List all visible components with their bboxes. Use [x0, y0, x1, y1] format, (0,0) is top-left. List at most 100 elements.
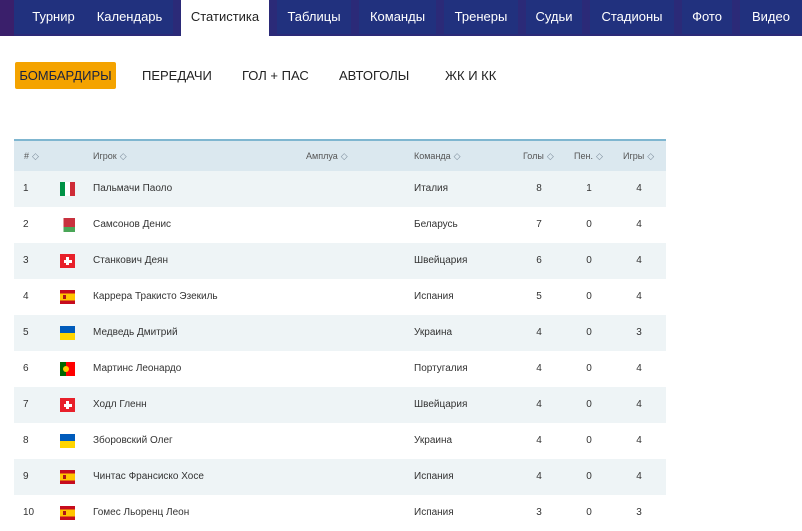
col-team[interactable]: Команда ◇	[414, 141, 461, 171]
games-cell: 4	[636, 471, 642, 482]
games-cell: 4	[636, 219, 642, 230]
belarus-flag-icon	[60, 218, 75, 232]
portugal-flag-icon	[60, 362, 75, 376]
player-name[interactable]: Медведь Дмитрий	[93, 315, 178, 351]
rank-cell: 3	[23, 255, 29, 266]
player-name[interactable]: Чинтас Франсиско Хосе	[93, 459, 204, 495]
sort-icon: ◇	[595, 151, 603, 161]
rank-cell: 4	[23, 291, 29, 302]
sort-icon: ◇	[453, 151, 461, 161]
player-name[interactable]: Мартинс Леонардо	[93, 351, 181, 387]
games-cell: 4	[636, 435, 642, 446]
player-name[interactable]: Гомес Льоренц Леон	[93, 495, 189, 531]
col-games[interactable]: Игры ◇	[623, 141, 654, 171]
team-name[interactable]: Швейцария	[414, 387, 467, 423]
rank-cell: 5	[23, 327, 29, 338]
tab-stadiums[interactable]: Стадионы	[590, 0, 674, 34]
spain-flag-icon	[60, 470, 75, 484]
tab-tournament[interactable]: Турнир	[14, 0, 93, 34]
tab-statistics[interactable]: Статистика	[181, 0, 269, 36]
team-name[interactable]: Украина	[414, 423, 452, 459]
goals-cell: 4	[536, 435, 542, 446]
penalties-cell: 0	[586, 327, 592, 338]
rank-cell: 1	[23, 183, 29, 194]
goals-cell: 4	[536, 471, 542, 482]
penalties-cell: 0	[586, 255, 592, 266]
goals-cell: 5	[536, 291, 542, 302]
tab-tables[interactable]: Таблицы	[277, 0, 351, 34]
italy-flag-icon	[60, 182, 75, 196]
games-cell: 4	[636, 255, 642, 266]
team-name[interactable]: Италия	[414, 171, 448, 207]
goals-cell: 6	[536, 255, 542, 266]
table-row: 1 Пальмачи Паоло Италия 8 1 4	[14, 171, 666, 207]
subnav-goal-plus-assist[interactable]: ГОЛ + ПАС	[242, 62, 309, 89]
tab-teams[interactable]: Команды	[359, 0, 436, 34]
player-name[interactable]: Каррера Тракисто Эзекиль	[93, 279, 218, 315]
sort-icon: ◇	[32, 151, 39, 161]
col-goals[interactable]: Голы ◇	[523, 141, 554, 171]
penalties-cell: 0	[586, 363, 592, 374]
penalties-cell: 0	[586, 507, 592, 518]
games-cell: 3	[636, 327, 642, 338]
penalties-cell: 0	[586, 435, 592, 446]
col-rank[interactable]: # ◇	[24, 141, 39, 171]
nav-edge	[0, 0, 14, 36]
tab-photo[interactable]: Фото	[682, 0, 732, 34]
goals-cell: 3	[536, 507, 542, 518]
rank-cell: 6	[23, 363, 29, 374]
sort-icon: ◇	[119, 151, 127, 161]
table-row: 5 Медведь Дмитрий Украина 4 0 3	[14, 315, 666, 351]
penalties-cell: 1	[586, 183, 592, 194]
team-name[interactable]: Испания	[414, 495, 454, 531]
subnav-scorers[interactable]: БОМБАРДИРЫ	[15, 62, 116, 89]
table-row: 10 Гомес Льоренц Леон Испания 3 0 3	[14, 495, 666, 531]
tab-video[interactable]: Видео	[740, 0, 802, 34]
games-cell: 4	[636, 291, 642, 302]
rank-cell: 10	[23, 507, 35, 518]
table-row: 6 Мартинс Леонардо Португалия 4 0 4	[14, 351, 666, 387]
rank-cell: 2	[23, 219, 29, 230]
ukraine-flag-icon	[60, 434, 75, 448]
table-body: 1 Пальмачи Паоло Италия 8 1 4 2 Самсонов…	[14, 171, 666, 531]
team-name[interactable]: Беларусь	[414, 207, 458, 243]
spain-flag-icon	[60, 290, 75, 304]
tab-referees[interactable]: Судьи	[526, 0, 582, 34]
team-name[interactable]: Испания	[414, 279, 454, 315]
player-name[interactable]: Станкович Деян	[93, 243, 168, 279]
team-name[interactable]: Швейцария	[414, 243, 467, 279]
team-name[interactable]: Испания	[414, 459, 454, 495]
penalties-cell: 0	[586, 291, 592, 302]
tab-coaches[interactable]: Тренеры	[444, 0, 518, 34]
switzerland-flag-icon	[60, 398, 75, 412]
player-name[interactable]: Зборовский Олег	[93, 423, 173, 459]
subnav-assists[interactable]: ПЕРЕДАЧИ	[142, 62, 212, 89]
player-name[interactable]: Самсонов Денис	[93, 207, 171, 243]
penalties-cell: 0	[586, 399, 592, 410]
col-penalties[interactable]: Пен. ◇	[574, 141, 603, 171]
col-player[interactable]: Игрок ◇	[93, 141, 127, 171]
goals-cell: 4	[536, 399, 542, 410]
player-name[interactable]: Пальмачи Паоло	[93, 171, 172, 207]
player-name[interactable]: Ходл Гленн	[93, 387, 147, 423]
team-name[interactable]: Португалия	[414, 351, 468, 387]
penalties-cell: 0	[586, 219, 592, 230]
subnav-own-goals[interactable]: АВТОГОЛЫ	[339, 62, 409, 89]
goals-cell: 8	[536, 183, 542, 194]
ukraine-flag-icon	[60, 326, 75, 340]
tab-calendar[interactable]: Календарь	[86, 0, 173, 34]
goals-cell: 4	[536, 327, 542, 338]
goals-cell: 4	[536, 363, 542, 374]
col-role[interactable]: Амплуа ◇	[306, 141, 348, 171]
table-row: 3 Станкович Деян Швейцария 6 0 4	[14, 243, 666, 279]
table-header: # ◇ Игрок ◇ Амплуа ◇ Команда ◇ Голы ◇ Пен. ◇ И…	[14, 139, 666, 171]
games-cell: 3	[636, 507, 642, 518]
spain-flag-icon	[60, 506, 75, 520]
sort-icon: ◇	[340, 151, 348, 161]
team-name[interactable]: Украина	[414, 315, 452, 351]
switzerland-flag-icon	[60, 254, 75, 268]
table-row: 2 Самсонов Денис Беларусь 7 0 4	[14, 207, 666, 243]
table-row: 4 Каррера Тракисто Эзекиль Испания 5 0 4	[14, 279, 666, 315]
subnav-cards[interactable]: ЖК И КК	[445, 62, 496, 89]
table-row: 7 Ходл Гленн Швейцария 4 0 4	[14, 387, 666, 423]
